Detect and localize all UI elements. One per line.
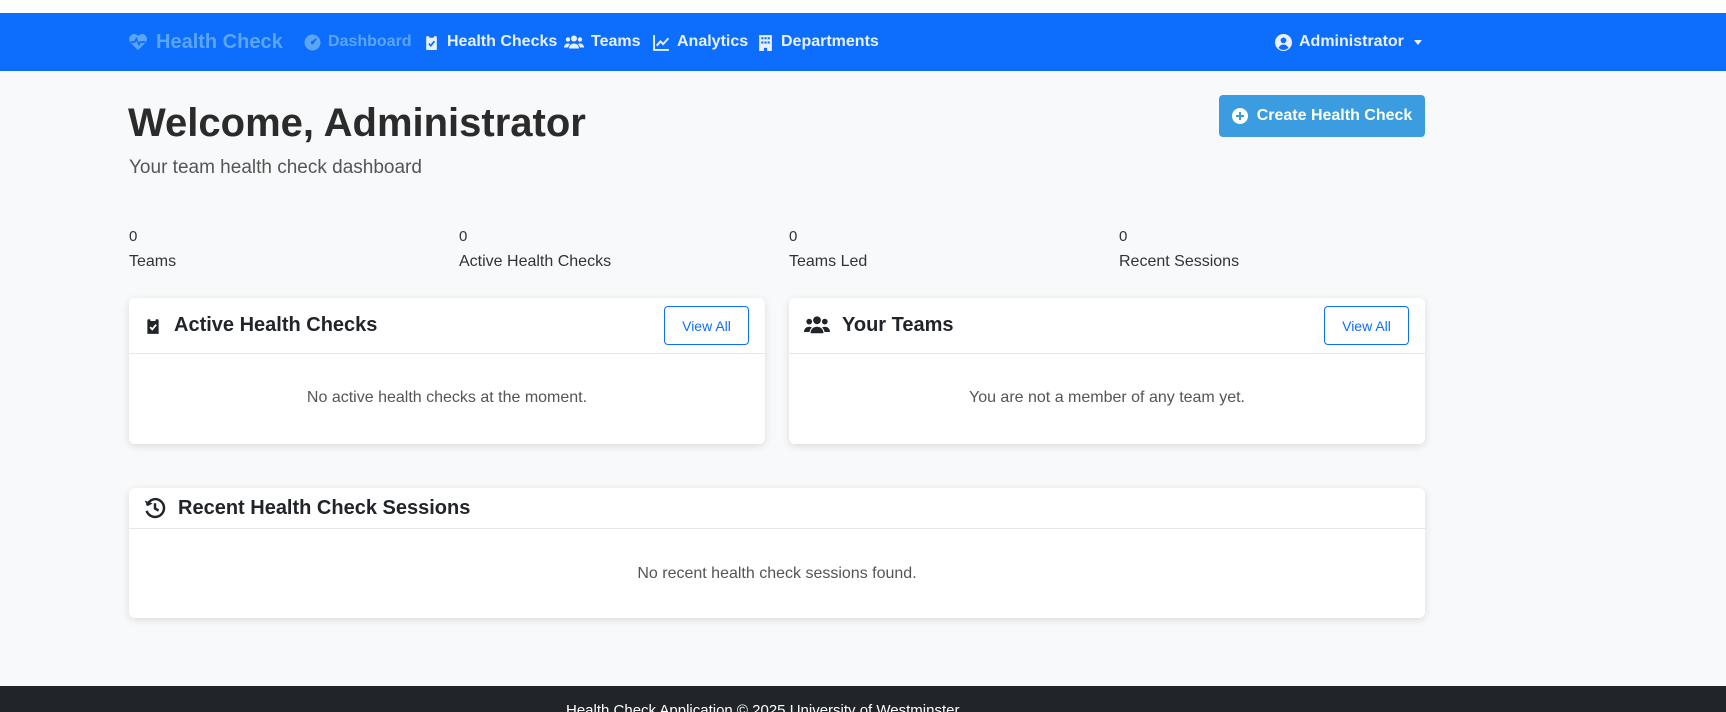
nav-analytics-label: Analytics	[677, 33, 749, 50]
stat-teams: 0 Teams	[129, 228, 176, 271]
clipboard-check-icon	[426, 34, 437, 50]
stat-active-health-checks: 0 Active Health Checks	[459, 228, 611, 271]
stat-label: Teams	[129, 253, 177, 270]
nav-teams-label: Teams	[591, 33, 641, 50]
recent-sessions-card: Recent Health Check Sessions No recent h…	[129, 488, 1425, 618]
stat-value: 0	[459, 228, 468, 245]
view-all-teams-button[interactable]: View All	[1324, 306, 1409, 345]
stat-teams-led: 0 Teams Led	[789, 228, 867, 271]
stat-value: 0	[129, 228, 138, 245]
nav-teams[interactable]: Teams	[564, 13, 641, 71]
nav-health-checks-label: Health Checks	[447, 33, 558, 50]
view-all-health-checks-button[interactable]: View All	[664, 306, 749, 345]
brand-label: Health Check	[156, 30, 283, 53]
active-health-checks-card: Active Health Checks View All No active …	[129, 298, 765, 444]
your-teams-card: Your Teams View All You are not a member…	[789, 298, 1425, 444]
page-footer: Health Check Application © 2025 Universi…	[0, 686, 1726, 712]
dashboard-main: Welcome, Administrator Your team health …	[0, 71, 1726, 686]
card-title: Your Teams	[842, 314, 954, 336]
clipboard-check-icon	[147, 317, 159, 334]
stat-value: 0	[789, 228, 798, 245]
stat-recent-sessions: 0 Recent Sessions	[1119, 228, 1239, 271]
page-title: Welcome, Administrator	[128, 101, 586, 145]
stat-value: 0	[1119, 228, 1128, 245]
dashboard-gauge-icon	[304, 34, 321, 50]
stat-label: Recent Sessions	[1119, 253, 1240, 270]
nav-departments-label: Departments	[781, 33, 879, 50]
card-header: Active Health Checks View All	[129, 298, 765, 354]
card-title: Active Health Checks	[174, 314, 378, 336]
users-icon	[564, 35, 584, 48]
card-header: Your Teams View All	[789, 298, 1425, 354]
user-menu-dropdown[interactable]: Administrator	[1275, 13, 1422, 71]
chevron-down-icon	[1413, 39, 1422, 45]
history-icon	[144, 497, 166, 519]
brand-link[interactable]: Health Check	[128, 13, 283, 71]
users-icon	[804, 316, 830, 334]
page-subtitle: Your team health check dashboard	[129, 157, 422, 178]
user-circle-icon	[1275, 33, 1292, 51]
building-icon	[759, 34, 772, 51]
footer-text: Health Check Application © 2025 Universi…	[566, 702, 960, 712]
stat-label: Active Health Checks	[459, 253, 612, 270]
stat-label: Teams Led	[789, 253, 868, 270]
create-health-check-label: Create Health Check	[1256, 107, 1413, 124]
empty-state-message: You are not a member of any team yet.	[968, 389, 1245, 406]
heartbeat-icon	[129, 34, 147, 51]
card-header: Recent Health Check Sessions	[129, 488, 1425, 529]
create-health-check-button[interactable]: Create Health Check	[1219, 95, 1425, 137]
empty-state-message: No active health checks at the moment.	[306, 389, 588, 406]
nav-health-checks[interactable]: Health Checks	[423, 13, 557, 71]
plus-circle-icon	[1231, 108, 1248, 124]
nav-analytics[interactable]: Analytics	[653, 13, 748, 71]
user-menu-label: Administrator	[1299, 33, 1404, 50]
top-navbar: Health Check Dashboard Health Checks Tea…	[0, 13, 1726, 71]
card-title: Recent Health Check Sessions	[178, 496, 471, 519]
chart-line-icon	[653, 34, 670, 51]
nav-dashboard-label: Dashboard	[328, 33, 412, 50]
nav-departments[interactable]: Departments	[757, 13, 879, 71]
nav-dashboard[interactable]: Dashboard	[304, 13, 412, 71]
empty-state-message: No recent health check sessions found.	[637, 565, 917, 582]
